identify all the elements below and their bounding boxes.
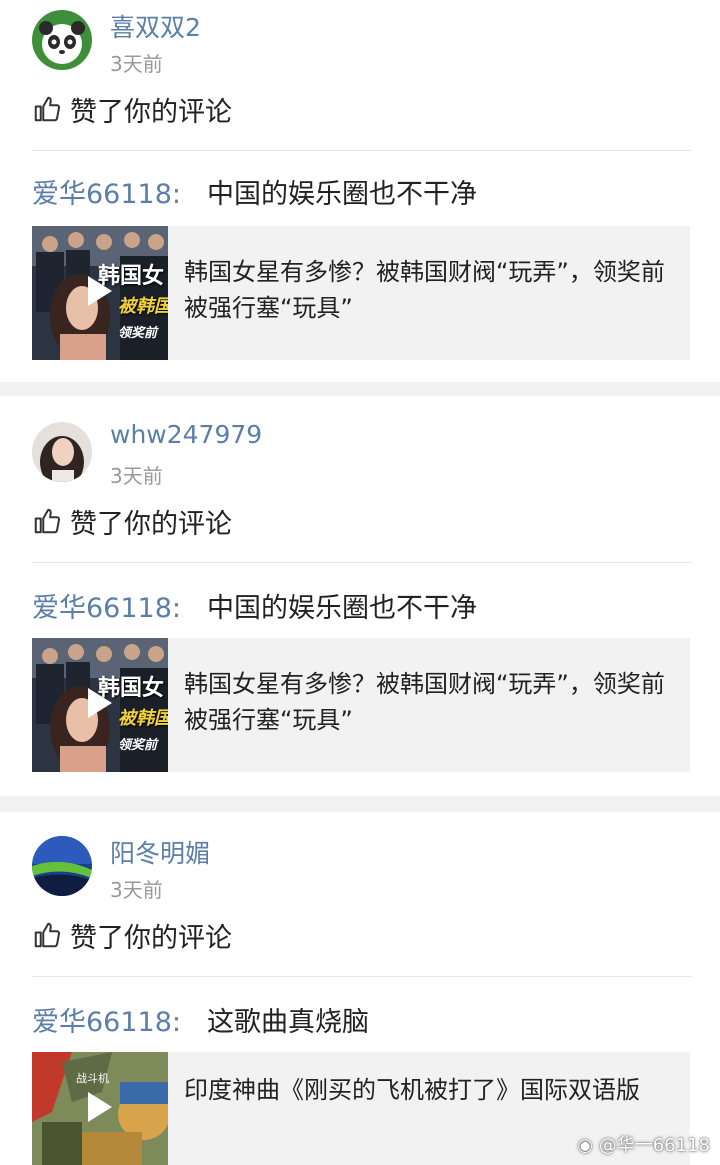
commenter-name[interactable]: 爱华66118: <box>32 1007 181 1038</box>
play-icon[interactable] <box>88 688 112 718</box>
username[interactable]: whw247979 <box>110 420 262 449</box>
divider <box>32 150 692 151</box>
comment-text: 中国的娱乐圈也不干净 <box>207 593 477 624</box>
divider <box>32 562 692 563</box>
watermark-text: @华一66118 <box>598 1135 710 1156</box>
comment-line[interactable]: 爱华66118: 中国的娱乐圈也不干净 <box>32 172 477 211</box>
like-notice: 赞了你的评论 <box>32 92 232 128</box>
panda-avatar-icon <box>32 10 92 70</box>
video-link-card[interactable]: 韩国女 被韩国 领奖前 韩国女星有多惨？被韩国财阀“玩弄”，领奖前被强行塞“玩具… <box>32 638 690 772</box>
landscape-avatar-icon <box>32 836 92 896</box>
action-text: 赞了你的评论 <box>70 922 232 954</box>
avatar[interactable] <box>32 10 92 70</box>
video-title[interactable]: 韩国女星有多惨？被韩国财阀“玩弄”，领奖前被强行塞“玩具” <box>184 666 674 738</box>
action-text: 赞了你的评论 <box>70 96 232 128</box>
video-link-card[interactable]: 韩国女 被韩国 领奖前 韩国女星有多惨？被韩国财阀“玩弄”，领奖前被强行塞“玩具… <box>32 226 690 360</box>
video-thumbnail[interactable]: 韩国女 被韩国 领奖前 <box>32 638 168 772</box>
play-icon[interactable] <box>88 276 112 306</box>
comment-text: 中国的娱乐圈也不干净 <box>207 179 477 210</box>
thumbnail-caption: 被韩国 <box>118 296 168 317</box>
commenter-name[interactable]: 爱华66118: <box>32 593 181 624</box>
avatar[interactable] <box>32 836 92 896</box>
thumbs-up-icon <box>34 922 61 948</box>
action-text: 赞了你的评论 <box>70 508 232 540</box>
commenter-name[interactable]: 爱华66118: <box>32 179 181 210</box>
username[interactable]: 喜双双2 <box>110 8 201 44</box>
thumbnail-caption: 战斗机 <box>76 1072 109 1085</box>
video-thumbnail[interactable]: 战斗机 <box>32 1052 168 1165</box>
video-title[interactable]: 印度神曲《刚买的飞机被打了》国际双语版 <box>184 1072 674 1108</box>
thumbnail-caption: 领奖前 <box>118 738 158 753</box>
video-thumbnail[interactable]: 韩国女 被韩国 领奖前 <box>32 226 168 360</box>
notification-card: 阳冬明媚 3天前 赞了你的评论 爱华66118: 这歌曲真烧脑 战斗机 印度神曲《… <box>0 812 720 1165</box>
like-notice: 赞了你的评论 <box>32 918 232 954</box>
username[interactable]: 阳冬明媚 <box>110 834 210 870</box>
divider <box>32 976 692 977</box>
notification-card: 喜双双2 3天前 赞了你的评论 爱华66118: 中国的娱乐圈也不干净 韩国女 … <box>0 0 720 382</box>
video-title[interactable]: 韩国女星有多惨？被韩国财阀“玩弄”，领奖前被强行塞“玩具” <box>184 254 674 326</box>
avatar[interactable] <box>32 422 92 482</box>
timestamp: 3天前 <box>110 52 163 76</box>
watermark: ◉ @华一66118 <box>577 1131 710 1157</box>
play-icon[interactable] <box>88 1092 112 1122</box>
portrait-avatar-icon <box>32 422 92 482</box>
thumbnail-caption: 领奖前 <box>118 326 158 341</box>
thumbnail-caption: 被韩国 <box>118 708 168 729</box>
timestamp: 3天前 <box>110 878 163 902</box>
thumbs-up-icon <box>34 508 61 534</box>
like-notice: 赞了你的评论 <box>32 504 232 540</box>
comment-line[interactable]: 爱华66118: 这歌曲真烧脑 <box>32 1000 369 1039</box>
weibo-logo-icon: ◉ <box>577 1135 599 1156</box>
thumbs-up-icon <box>34 96 61 122</box>
comment-line[interactable]: 爱华66118: 中国的娱乐圈也不干净 <box>32 586 477 625</box>
notification-card: whw247979 3天前 赞了你的评论 爱华66118: 中国的娱乐圈也不干净 <box>0 396 720 796</box>
comment-text: 这歌曲真烧脑 <box>207 1007 369 1038</box>
timestamp: 3天前 <box>110 464 163 488</box>
